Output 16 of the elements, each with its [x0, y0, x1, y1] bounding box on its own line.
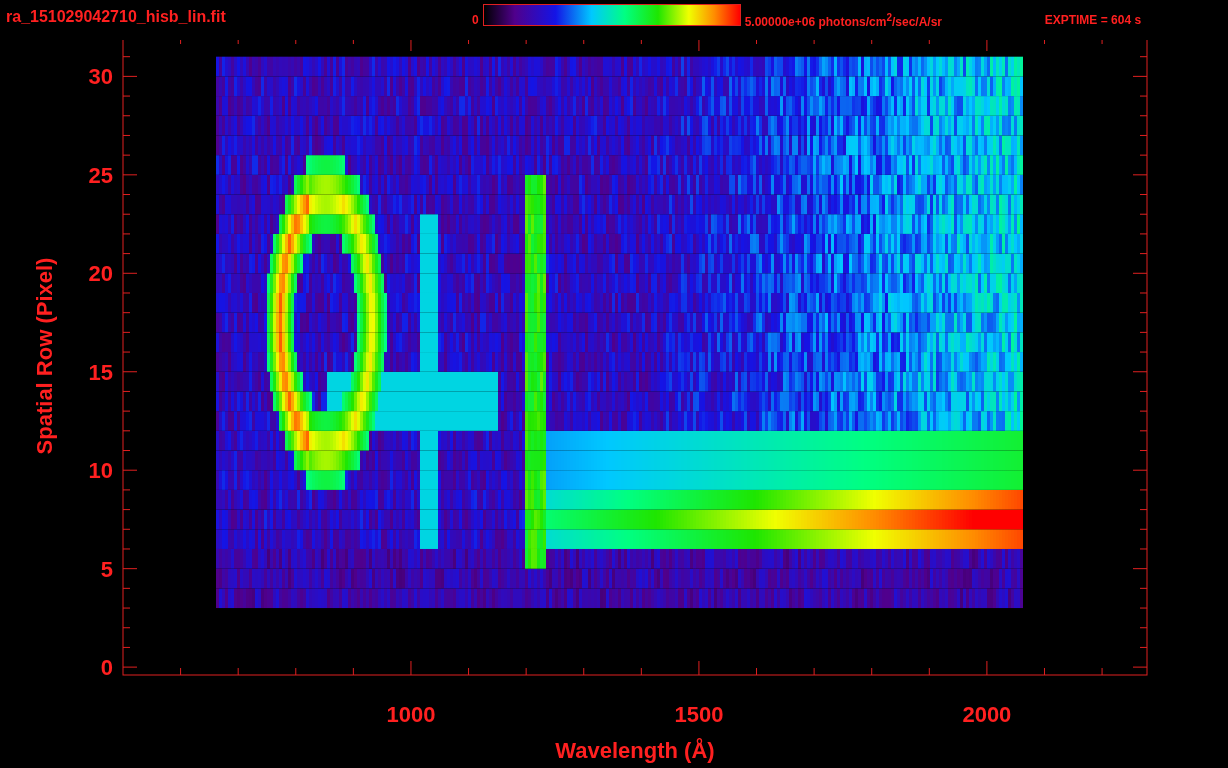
colorbar-min-label: 0 [472, 13, 479, 27]
y-tick-label: 0 [100, 655, 113, 681]
y-tick-label: 25 [88, 162, 113, 188]
x-axis-label: Wavelength (Å) [555, 738, 715, 763]
file-title: ra_151029042710_hisb_lin.fit [6, 8, 227, 26]
colorbar-max-label: 5.00000e+06 photons/cm$^{2}$/sec/A/sr [744, 11, 944, 29]
x-tick-label: 2000 [962, 702, 1012, 727]
y-tick-label: 15 [88, 359, 113, 385]
y-tick-label: 10 [88, 458, 113, 484]
x-tick-label: 1500 [674, 702, 724, 727]
y-tick-label: 30 [88, 64, 113, 90]
y-tick-label: 20 [88, 261, 113, 287]
x-tick-label: 1000 [386, 702, 436, 727]
y-tick-label: 5 [100, 556, 113, 582]
exposure-label: EXPTIME = 604 s [1044, 13, 1142, 27]
y-axis-label: Spatial Row (Pixel) [32, 257, 57, 455]
